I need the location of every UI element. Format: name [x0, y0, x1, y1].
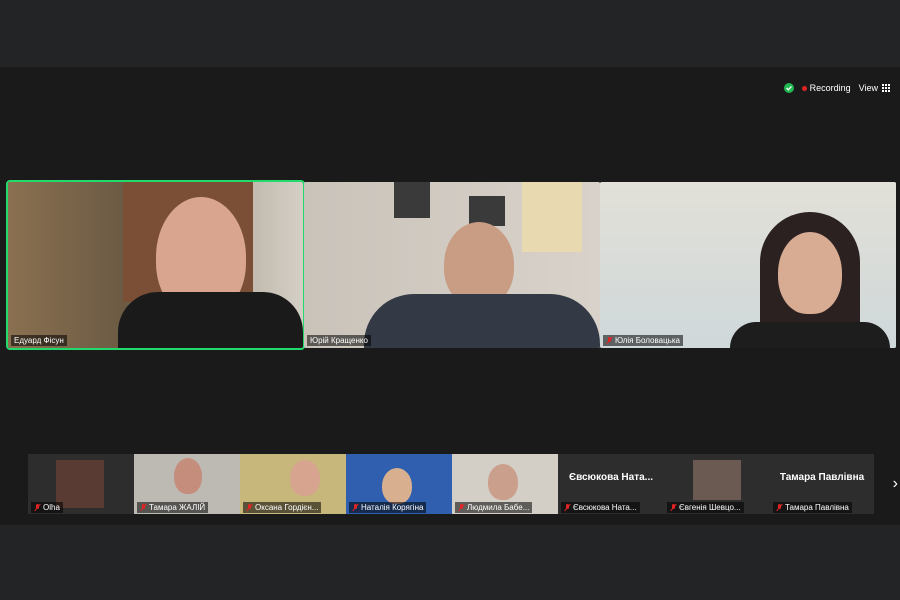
recording-indicator[interactable]: Recording [801, 83, 851, 93]
profile-picture [693, 460, 741, 500]
participant-name-tag: Оксана Гордієн... [243, 502, 322, 513]
participant-clothing [730, 322, 890, 348]
mic-muted-icon [352, 504, 359, 511]
meeting-status-bar: Recording View [783, 80, 890, 96]
thumbnail-tile[interactable]: Тамара ЖАЛІЙ [134, 454, 240, 514]
video-tile-speaker-1[interactable]: Едуард Фісун [6, 180, 305, 350]
participant-video [778, 232, 842, 314]
video-tile-speaker-2[interactable]: Юрій Кращенко [304, 182, 600, 348]
participant-video [382, 468, 412, 504]
recording-dot-icon [801, 85, 807, 91]
mic-muted-icon [670, 504, 677, 511]
thumbnail-tile[interactable]: Людмила Бабе... [452, 454, 558, 514]
participant-name-tag: Olha [31, 502, 63, 513]
thumbnail-tile[interactable]: Olha [28, 454, 134, 514]
view-button[interactable]: View [859, 83, 890, 93]
participant-name-tag: Юлія Боловацька [603, 335, 683, 346]
participant-name-tag: Євгенія Шевцо... [667, 502, 744, 513]
video-tile-speaker-3[interactable]: Юлія Боловацька [600, 182, 896, 348]
mic-muted-icon [606, 337, 613, 344]
recording-label: Recording [809, 83, 851, 93]
participant-name-tag: Наталія Корягіна [349, 502, 427, 513]
participant-name-card: Євсюкова Ната... [568, 471, 654, 483]
participant-name-tag: Тамара ЖАЛІЙ [137, 502, 209, 513]
next-page-arrow-icon[interactable]: › [893, 475, 898, 493]
mic-muted-icon [246, 504, 253, 511]
secure-shield-icon[interactable] [783, 83, 794, 93]
wall-frame [394, 182, 430, 218]
participant-clothing [364, 294, 600, 348]
thumbnail-tile[interactable]: Оксана Гордієн... [240, 454, 346, 514]
window-top-area [0, 0, 900, 67]
mic-muted-icon [776, 504, 783, 511]
participant-name-tag: Едуард Фісун [11, 335, 67, 346]
mic-muted-icon [564, 504, 571, 511]
mic-muted-icon [34, 504, 41, 511]
participant-video [488, 464, 518, 500]
thumbnail-tile[interactable]: Євсюкова Ната... Євсюкова Ната... [558, 454, 664, 514]
view-label: View [858, 83, 878, 93]
participant-name-tag: Євсюкова Ната... [561, 502, 640, 513]
participant-name-tag: Людмила Бабе... [455, 502, 533, 513]
thumbnail-tile[interactable]: Євгенія Шевцо... [664, 454, 770, 514]
thumbnail-tile[interactable]: Тамара Павлівна Тамара Павлівна [770, 454, 874, 514]
participant-video [174, 458, 202, 494]
thumbnail-tile[interactable]: Наталія Корягіна [346, 454, 452, 514]
participant-name-card: Тамара Павлівна [779, 471, 865, 483]
wall-poster [522, 182, 582, 252]
participant-clothing [118, 292, 303, 348]
mic-muted-icon [140, 504, 147, 511]
participant-name-tag: Тамара Павлівна [773, 502, 852, 513]
participant-name-tag: Юрій Кращенко [307, 335, 371, 346]
window-bottom-area [0, 525, 900, 600]
mic-muted-icon [458, 504, 465, 511]
participant-thumbnail-strip: Olha Тамара ЖАЛІЙ Оксана Гордієн... Ната… [28, 454, 874, 514]
participant-video [290, 460, 320, 496]
grid-view-icon [882, 84, 890, 92]
profile-picture [56, 460, 104, 508]
